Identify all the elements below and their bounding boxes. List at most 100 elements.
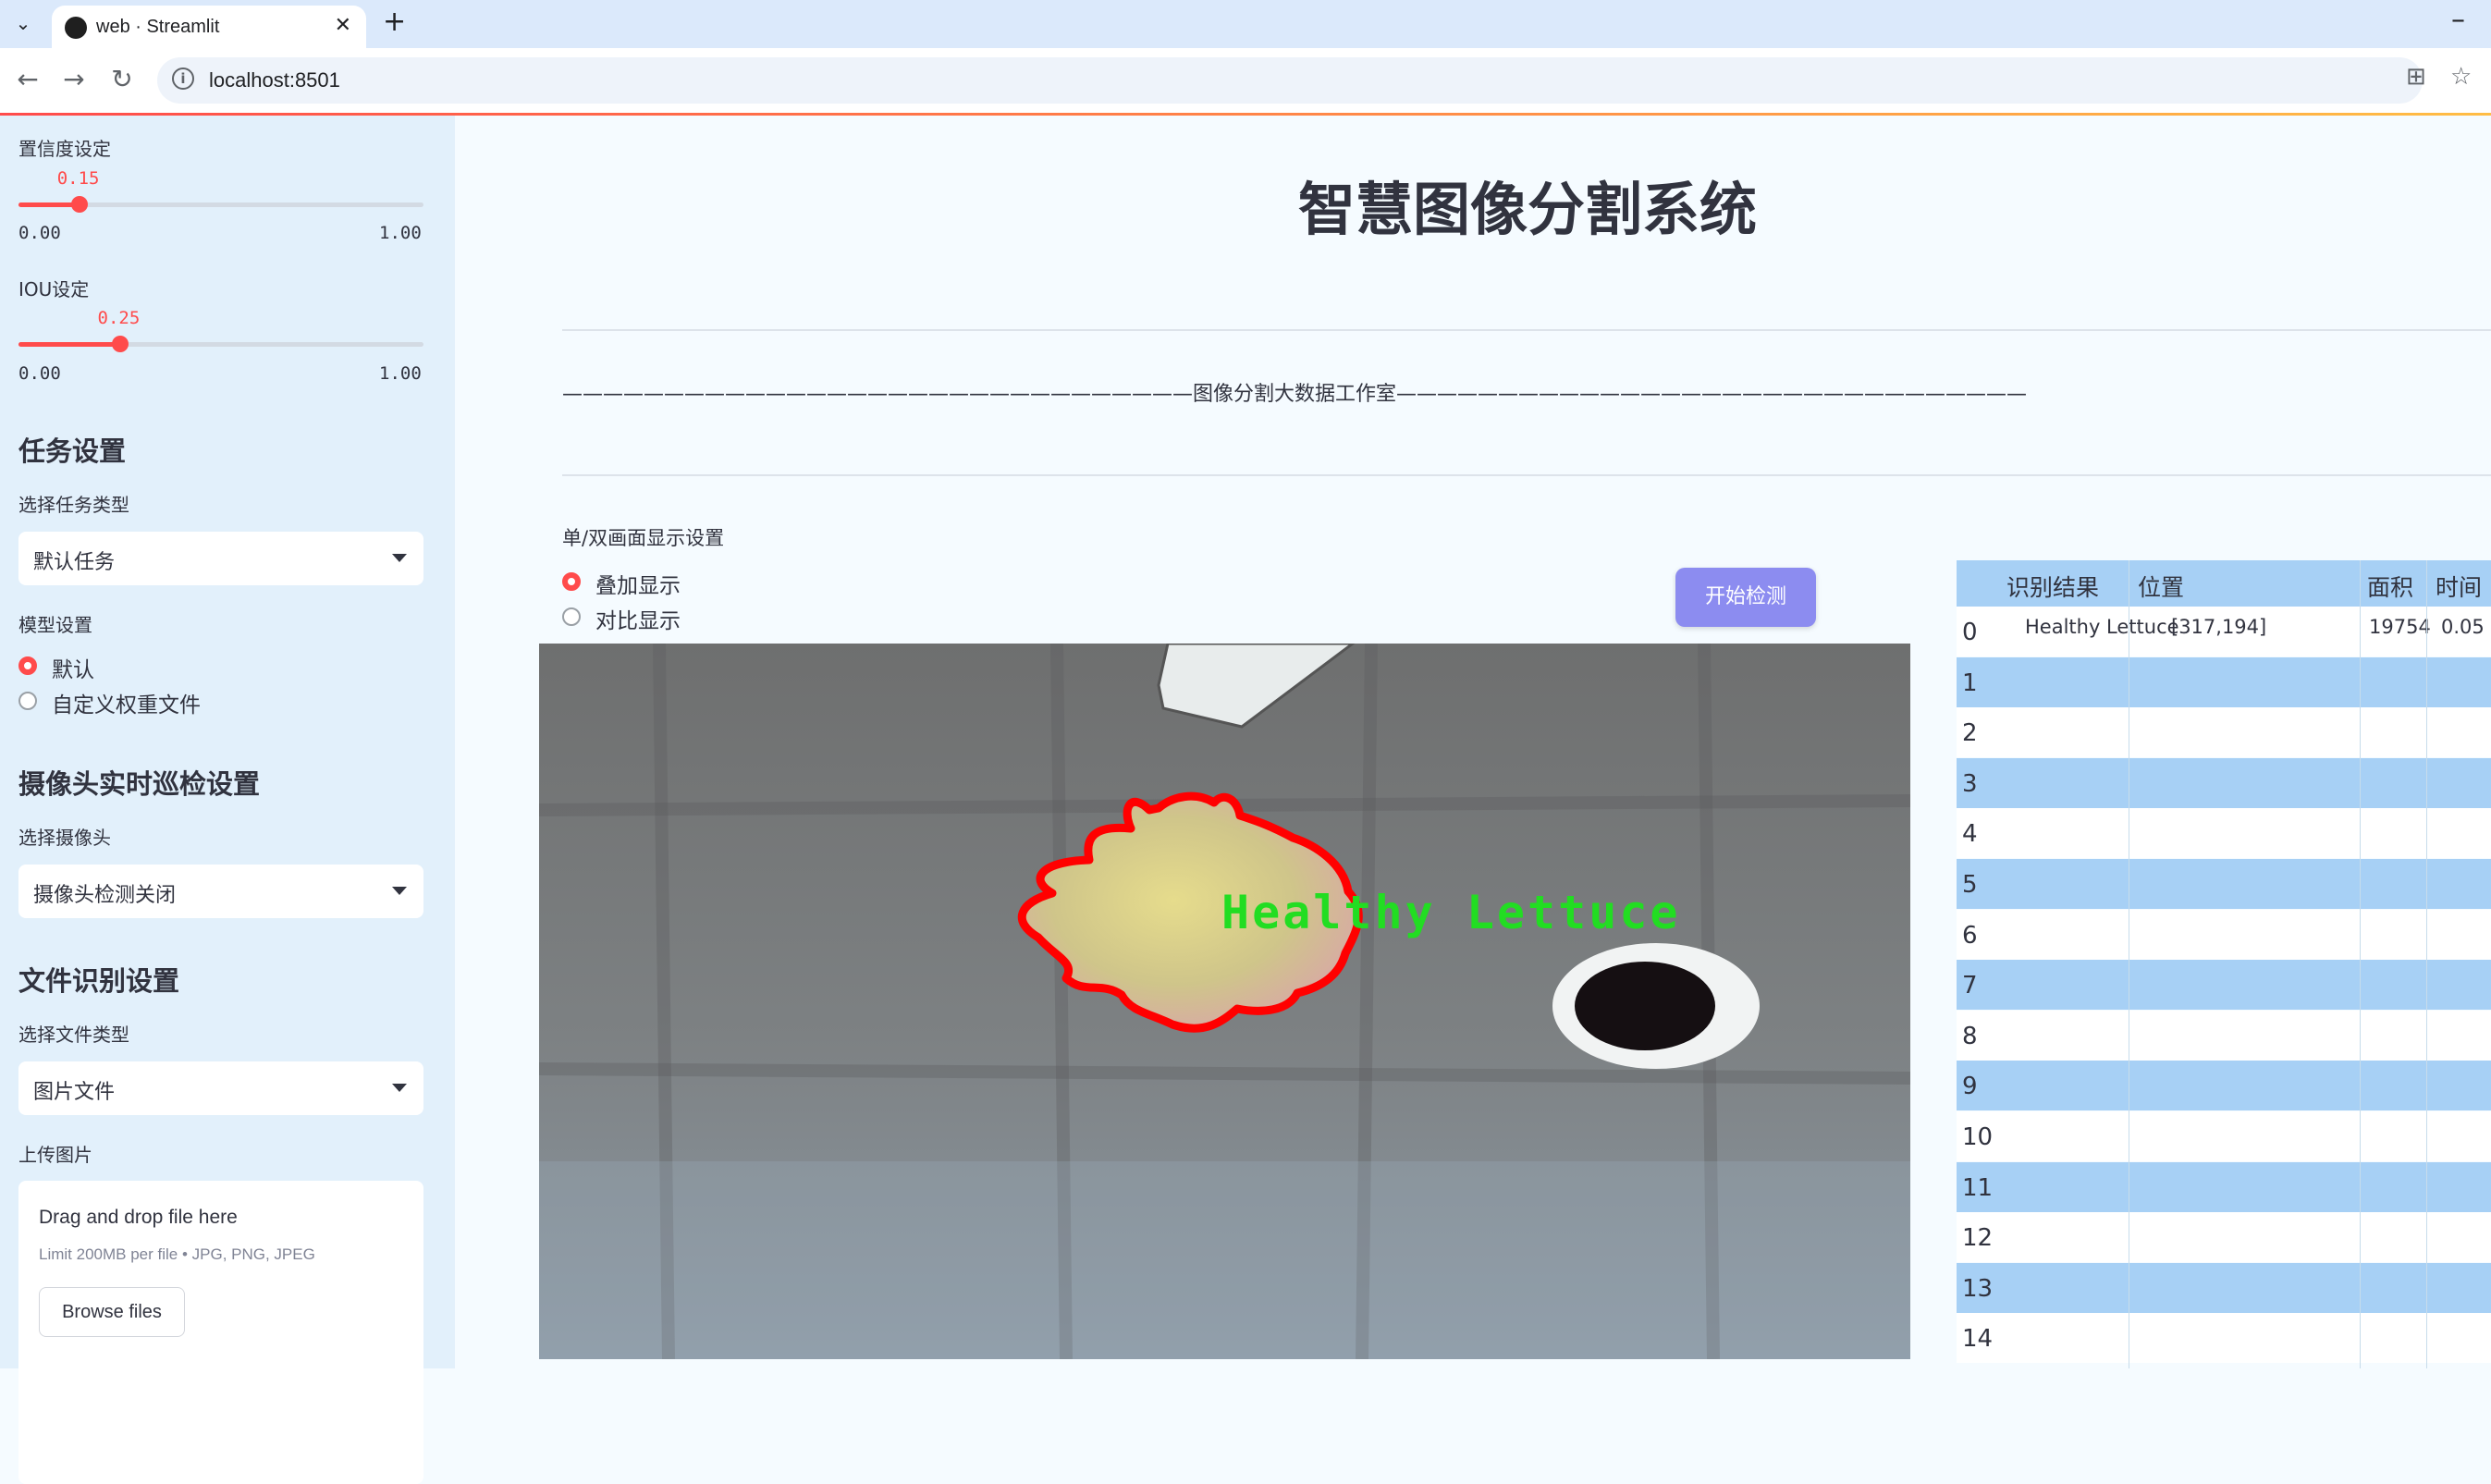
radio-unselected-icon[interactable] bbox=[18, 692, 37, 710]
row-index: 1 bbox=[1962, 668, 1978, 697]
table-row[interactable]: 0 Healthy Lettuce [317,194] 19754 0.05 bbox=[1957, 607, 2491, 656]
cell-result: Healthy Lettuce bbox=[2025, 616, 2179, 638]
table-row[interactable]: 11 bbox=[1957, 1161, 2491, 1212]
row-index: 14 bbox=[1962, 1325, 1994, 1354]
file-type-value: 图片文件 bbox=[33, 1081, 116, 1104]
start-detection-button[interactable]: 开始检测 bbox=[1675, 568, 1816, 627]
cell-area: 19754 bbox=[2369, 616, 2431, 638]
browser-toolbar: ← → ↻ i localhost:8501 ⊞ ☆ bbox=[0, 48, 2491, 115]
detection-result-image: Healthy Lettuce bbox=[539, 644, 1910, 1359]
row-index: 6 bbox=[1962, 921, 1978, 950]
pot-soil bbox=[1575, 962, 1715, 1050]
browser-tab[interactable]: web · Streamlit ✕ bbox=[52, 6, 366, 48]
upload-drop-text: Drag and drop file here bbox=[39, 1207, 238, 1228]
iou-label: IOU设定 bbox=[18, 278, 90, 300]
back-arrow-icon[interactable]: ← bbox=[9, 61, 46, 98]
row-index: 12 bbox=[1962, 1224, 1994, 1253]
table-row[interactable]: 4 bbox=[1957, 808, 2491, 859]
radio-selected-icon[interactable] bbox=[562, 572, 581, 591]
table-row[interactable]: 7 bbox=[1957, 960, 2491, 1011]
display-mode-label: 单/双画面显示设置 bbox=[562, 527, 725, 549]
tab-title: web · Streamlit bbox=[96, 17, 220, 37]
cell-position: [317,194] bbox=[2171, 616, 2267, 638]
table-row[interactable]: 2 bbox=[1957, 707, 2491, 758]
reload-icon[interactable]: ↻ bbox=[104, 61, 141, 98]
camera-select-value: 摄像头检测关闭 bbox=[33, 884, 177, 907]
model-settings-label: 模型设置 bbox=[18, 614, 92, 636]
row-index: 0 bbox=[1962, 619, 1978, 646]
row-index: 3 bbox=[1962, 769, 1978, 798]
file-settings-heading: 文件识别设置 bbox=[18, 965, 180, 997]
radio-selected-icon[interactable] bbox=[18, 656, 37, 675]
row-index: 5 bbox=[1962, 871, 1978, 899]
close-tab-icon[interactable]: ✕ bbox=[335, 14, 351, 37]
column-header-time[interactable]: 时间 bbox=[2436, 570, 2482, 603]
iou-slider-fill bbox=[18, 342, 120, 347]
confidence-slider[interactable] bbox=[18, 196, 423, 213]
table-row[interactable]: 5 bbox=[1957, 859, 2491, 909]
row-index: 4 bbox=[1962, 820, 1978, 849]
minimize-window-icon[interactable]: – bbox=[2451, 4, 2465, 36]
confidence-slider-handle[interactable] bbox=[70, 196, 88, 213]
row-index: 11 bbox=[1962, 1173, 1994, 1202]
table-row[interactable]: 1 bbox=[1957, 656, 2491, 707]
file-type-label: 选择文件类型 bbox=[18, 1024, 129, 1046]
iou-slider[interactable] bbox=[18, 336, 423, 352]
column-divider bbox=[2360, 560, 2361, 1368]
camera-select[interactable]: 摄像头检测关闭 bbox=[18, 865, 423, 918]
camera-settings-heading: 摄像头实时巡检设置 bbox=[18, 768, 261, 800]
forward-arrow-icon[interactable]: → bbox=[55, 61, 92, 98]
new-tab-plus-icon[interactable]: + bbox=[383, 6, 406, 38]
table-row[interactable]: 10 bbox=[1957, 1111, 2491, 1161]
file-type-select[interactable]: 图片文件 bbox=[18, 1061, 423, 1115]
chevron-down-icon bbox=[392, 887, 407, 895]
tab-search-chevron-icon[interactable]: ⌄ bbox=[9, 7, 37, 39]
task-type-select[interactable]: 默认任务 bbox=[18, 532, 423, 585]
camera-select-label: 选择摄像头 bbox=[18, 827, 111, 849]
model-option-default: 默认 bbox=[52, 658, 94, 682]
row-index: 2 bbox=[1962, 719, 1978, 748]
site-info-icon[interactable]: i bbox=[172, 67, 194, 90]
cell-time: 0.05 bbox=[2441, 616, 2485, 638]
confidence-slider-fill bbox=[18, 202, 80, 207]
table-header: 识别结果 位置 面积 时间 bbox=[1957, 560, 2491, 607]
task-settings-heading: 任务设置 bbox=[18, 435, 127, 467]
row-index: 9 bbox=[1962, 1073, 1978, 1101]
table-row[interactable]: 9 bbox=[1957, 1061, 2491, 1111]
iou-slider-handle[interactable] bbox=[111, 336, 129, 352]
translate-icon[interactable]: ⊞ bbox=[2406, 63, 2426, 91]
model-option-custom: 自定义权重文件 bbox=[52, 693, 201, 717]
page-title: 智慧图像分割系统 bbox=[1297, 176, 1757, 243]
chevron-down-icon bbox=[392, 1084, 407, 1092]
detection-scene-svg: Healthy Lettuce bbox=[539, 644, 1910, 1359]
column-header-position[interactable]: 位置 bbox=[2138, 570, 2184, 603]
column-header-result[interactable]: 识别结果 bbox=[2006, 570, 2099, 603]
table-row[interactable]: 13 bbox=[1957, 1262, 2491, 1313]
chevron-down-icon bbox=[392, 554, 407, 562]
bookmark-star-icon[interactable]: ☆ bbox=[2450, 63, 2472, 91]
address-bar[interactable]: i localhost:8501 bbox=[157, 57, 2423, 104]
iou-value: 0.25 bbox=[97, 308, 141, 328]
table-row[interactable]: 8 bbox=[1957, 1010, 2491, 1061]
confidence-value: 0.15 bbox=[56, 168, 100, 189]
radio-unselected-icon[interactable] bbox=[562, 607, 581, 626]
column-header-area[interactable]: 面积 bbox=[2367, 570, 2413, 603]
row-index: 7 bbox=[1962, 972, 1978, 1000]
confidence-max: 1.00 bbox=[379, 223, 422, 243]
detection-label-text: Healthy Lettuce bbox=[1221, 886, 1681, 939]
browse-files-button[interactable]: Browse files bbox=[39, 1287, 185, 1337]
file-uploader-dropzone[interactable]: Drag and drop file here Limit 200MB per … bbox=[18, 1181, 423, 1484]
display-option-compare: 对比显示 bbox=[595, 609, 681, 633]
task-type-value: 默认任务 bbox=[33, 551, 116, 574]
table-row[interactable]: 14 bbox=[1957, 1313, 2491, 1364]
table-row[interactable]: 3 bbox=[1957, 757, 2491, 808]
table-row[interactable]: 6 bbox=[1957, 909, 2491, 960]
table-row[interactable]: 12 bbox=[1957, 1212, 2491, 1263]
row-index: 13 bbox=[1962, 1274, 1994, 1303]
divider-bottom bbox=[562, 474, 2491, 476]
results-table[interactable]: 识别结果 位置 面积 时间 0 Healthy Lettuce [317,194] 1… bbox=[1957, 560, 2491, 1368]
display-option-overlay: 叠加显示 bbox=[595, 574, 681, 598]
confidence-label: 置信度设定 bbox=[18, 138, 111, 160]
upload-limit-text: Limit 200MB per file • JPG, PNG, JPEG bbox=[39, 1245, 315, 1263]
iou-max: 1.00 bbox=[379, 363, 422, 384]
